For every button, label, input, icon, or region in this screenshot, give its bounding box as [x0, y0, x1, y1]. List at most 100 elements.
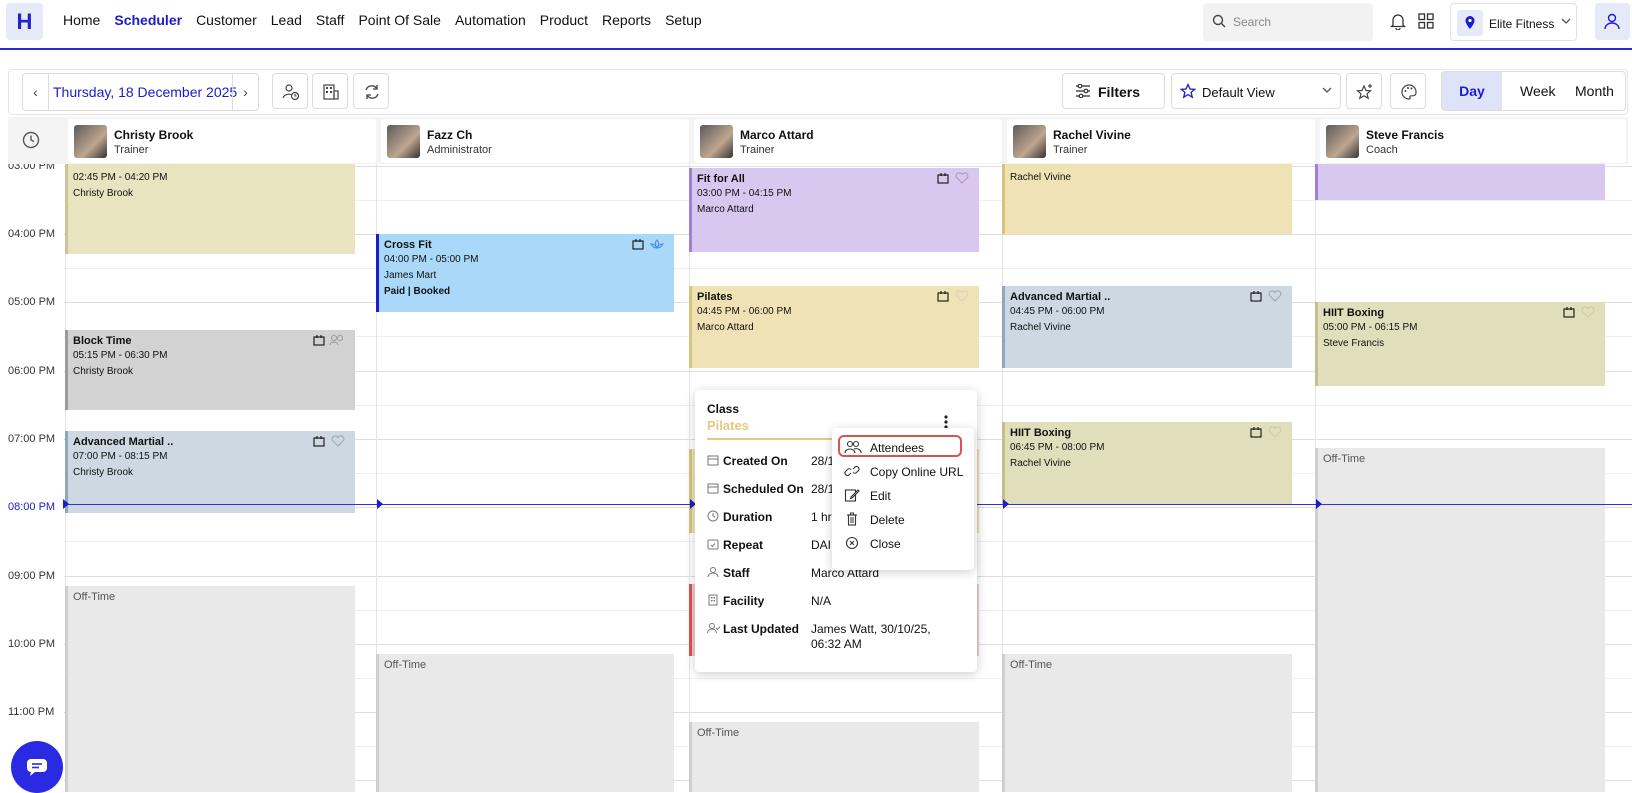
calendar-icon: [313, 436, 325, 447]
time-label: 10:00 PM: [8, 638, 56, 650]
heart-icon: [1268, 290, 1282, 302]
event-pilates[interactable]: Pilates 04:45 PM - 06:00 PM Marco Attard: [689, 286, 979, 368]
close-circle-icon: [845, 536, 859, 550]
event-staff: Steve Francis: [1323, 338, 1385, 349]
event-advanced-martial-rachel[interactable]: Advanced Martial .. 04:45 PM - 06:00 PM …: [1002, 286, 1292, 368]
nav-product[interactable]: Product: [540, 12, 588, 28]
avatar: [1013, 125, 1046, 158]
tab-month[interactable]: Month: [1575, 83, 1614, 99]
facility-view-button[interactable]: [312, 73, 348, 109]
current-time-marker: [1316, 499, 1322, 509]
search-input[interactable]: Search: [1203, 3, 1373, 41]
event-block-time[interactable]: Block Time 05:15 PM - 06:30 PM Christy B…: [65, 330, 355, 410]
off-time-block: Off-Time: [65, 586, 355, 792]
staff-role: Coach: [1366, 144, 1398, 156]
nav-customer[interactable]: Customer: [196, 12, 257, 28]
users-icon: [329, 335, 343, 346]
menu-item-delete[interactable]: Delete: [840, 509, 970, 531]
staff-column-steve-francis[interactable]: Steve Francis Coach: [1320, 119, 1626, 163]
current-date[interactable]: Thursday, 18 December 2025: [53, 84, 237, 100]
event-status: Paid | Booked: [384, 286, 451, 297]
time-label: 11:00 PM: [8, 706, 55, 718]
nav-staff[interactable]: Staff: [316, 12, 345, 28]
event-hiit-boxing-rachel[interactable]: HIIT Boxing 06:45 PM - 08:00 PM Rachel V…: [1002, 422, 1292, 504]
staff-column-fazz-ch[interactable]: Fazz Ch Administrator: [381, 119, 689, 163]
calendar-icon: [937, 173, 949, 184]
off-time-label: Off-Time: [1323, 453, 1366, 465]
edit-icon: [844, 489, 860, 502]
tab-day[interactable]: Day: [1442, 72, 1502, 110]
event-fit-for-all[interactable]: Fit for All 03:00 PM - 04:15 PM Marco At…: [689, 168, 979, 252]
menu-item-label: Close: [870, 537, 901, 551]
detail-label: Facility: [723, 594, 765, 608]
staff-availability-button[interactable]: [272, 73, 308, 109]
tab-week[interactable]: Week: [1520, 83, 1556, 99]
time-label: 04:00 PM: [8, 228, 56, 240]
event-rachel-early[interactable]: Rachel Vivine: [1002, 164, 1292, 234]
menu-item-attendees[interactable]: Attendees: [838, 435, 962, 457]
scheduler-toolbar: ‹ Thursday, 18 December 2025 › Filters D…: [8, 69, 1628, 115]
event-hiit-boxing-steve[interactable]: HIIT Boxing 05:00 PM - 06:15 PM Steve Fr…: [1315, 302, 1605, 386]
event-staff: Marco Attard: [697, 204, 754, 215]
user-clock-icon: [282, 84, 300, 101]
event-title: Advanced Martial ..: [1010, 291, 1111, 303]
staff-role: Trainer: [740, 144, 775, 156]
bell-icon[interactable]: [1390, 12, 1406, 30]
refresh-icon: [365, 85, 379, 99]
event-title: Pilates: [697, 291, 733, 303]
menu-item-close[interactable]: Close: [840, 533, 970, 555]
event-time: 06:45 PM - 08:00 PM: [1010, 442, 1105, 453]
nav-lead[interactable]: Lead: [271, 12, 302, 28]
previous-day-button[interactable]: ‹: [23, 74, 49, 110]
event-steve-early[interactable]: [1315, 164, 1605, 200]
event-advanced-martial-christy[interactable]: Advanced Martial .. 07:00 PM - 08:15 PM …: [65, 431, 355, 513]
event-christy-early[interactable]: 02:45 PM - 04:20 PM Christy Brook: [65, 164, 355, 254]
next-day-button[interactable]: ›: [232, 74, 258, 110]
staff-column-christy-brook[interactable]: Christy Brook Trainer: [68, 119, 376, 163]
calendar-icon: [632, 239, 644, 250]
event-title: Block Time: [73, 335, 132, 347]
filters-button[interactable]: Filters: [1062, 73, 1165, 109]
staff-header-row: Christy Brook Trainer Fazz Ch Administra…: [8, 117, 1628, 164]
apps-grid-icon[interactable]: [1418, 13, 1434, 29]
menu-item-copy-online-url[interactable]: Copy Online URL: [840, 461, 970, 483]
location-selector[interactable]: Elite Fitness: [1450, 3, 1577, 41]
nav-home[interactable]: Home: [63, 12, 100, 28]
favorite-view-button[interactable]: [1346, 73, 1382, 109]
view-selector[interactable]: Default View: [1171, 73, 1341, 109]
star-icon: [1180, 83, 1196, 99]
staff-column-marco-attard[interactable]: Marco Attard Trainer: [694, 119, 1002, 163]
top-navigation: H Home Scheduler Customer Lead Staff Poi…: [0, 0, 1632, 50]
chat-support-button[interactable]: [11, 741, 63, 793]
nav-scheduler[interactable]: Scheduler: [114, 12, 182, 28]
filters-label: Filters: [1098, 84, 1141, 100]
calendar-icon: [1250, 291, 1262, 302]
avatar: [1326, 125, 1359, 158]
repeat-calendar-icon: [707, 539, 719, 550]
color-theme-button[interactable]: [1390, 73, 1426, 109]
calendar-icon: [313, 335, 325, 346]
detail-label: Created On: [723, 454, 788, 468]
staff-column-rachel-vivine[interactable]: Rachel Vivine Trainer: [1007, 119, 1315, 163]
staff-name: Marco Attard: [740, 128, 814, 142]
nav-automation[interactable]: Automation: [455, 12, 526, 28]
refresh-button[interactable]: [353, 73, 389, 109]
view-selector-label: Default View: [1202, 85, 1275, 100]
popover-class-name: Pilates: [707, 418, 749, 433]
half-hour-line: [64, 268, 1632, 269]
calendar-icon: [1563, 307, 1575, 318]
nav-reports[interactable]: Reports: [602, 12, 651, 28]
user-profile-button[interactable]: [1595, 3, 1630, 40]
event-staff: Rachel Vivine: [1010, 458, 1071, 469]
menu-item-label: Attendees: [870, 441, 925, 455]
nav-setup[interactable]: Setup: [665, 12, 702, 28]
event-cross-fit[interactable]: Cross Fit 04:00 PM - 05:00 PM James Mart…: [376, 234, 674, 312]
event-title: Cross Fit: [384, 239, 432, 251]
off-time-label: Off-Time: [697, 727, 740, 739]
event-staff: Marco Attard: [697, 322, 754, 333]
event-time: 03:00 PM - 04:15 PM: [697, 188, 792, 199]
menu-item-edit[interactable]: Edit: [840, 485, 970, 507]
app-logo[interactable]: H: [6, 3, 43, 40]
heart-icon: [955, 172, 969, 184]
nav-point-of-sale[interactable]: Point Of Sale: [358, 12, 441, 28]
